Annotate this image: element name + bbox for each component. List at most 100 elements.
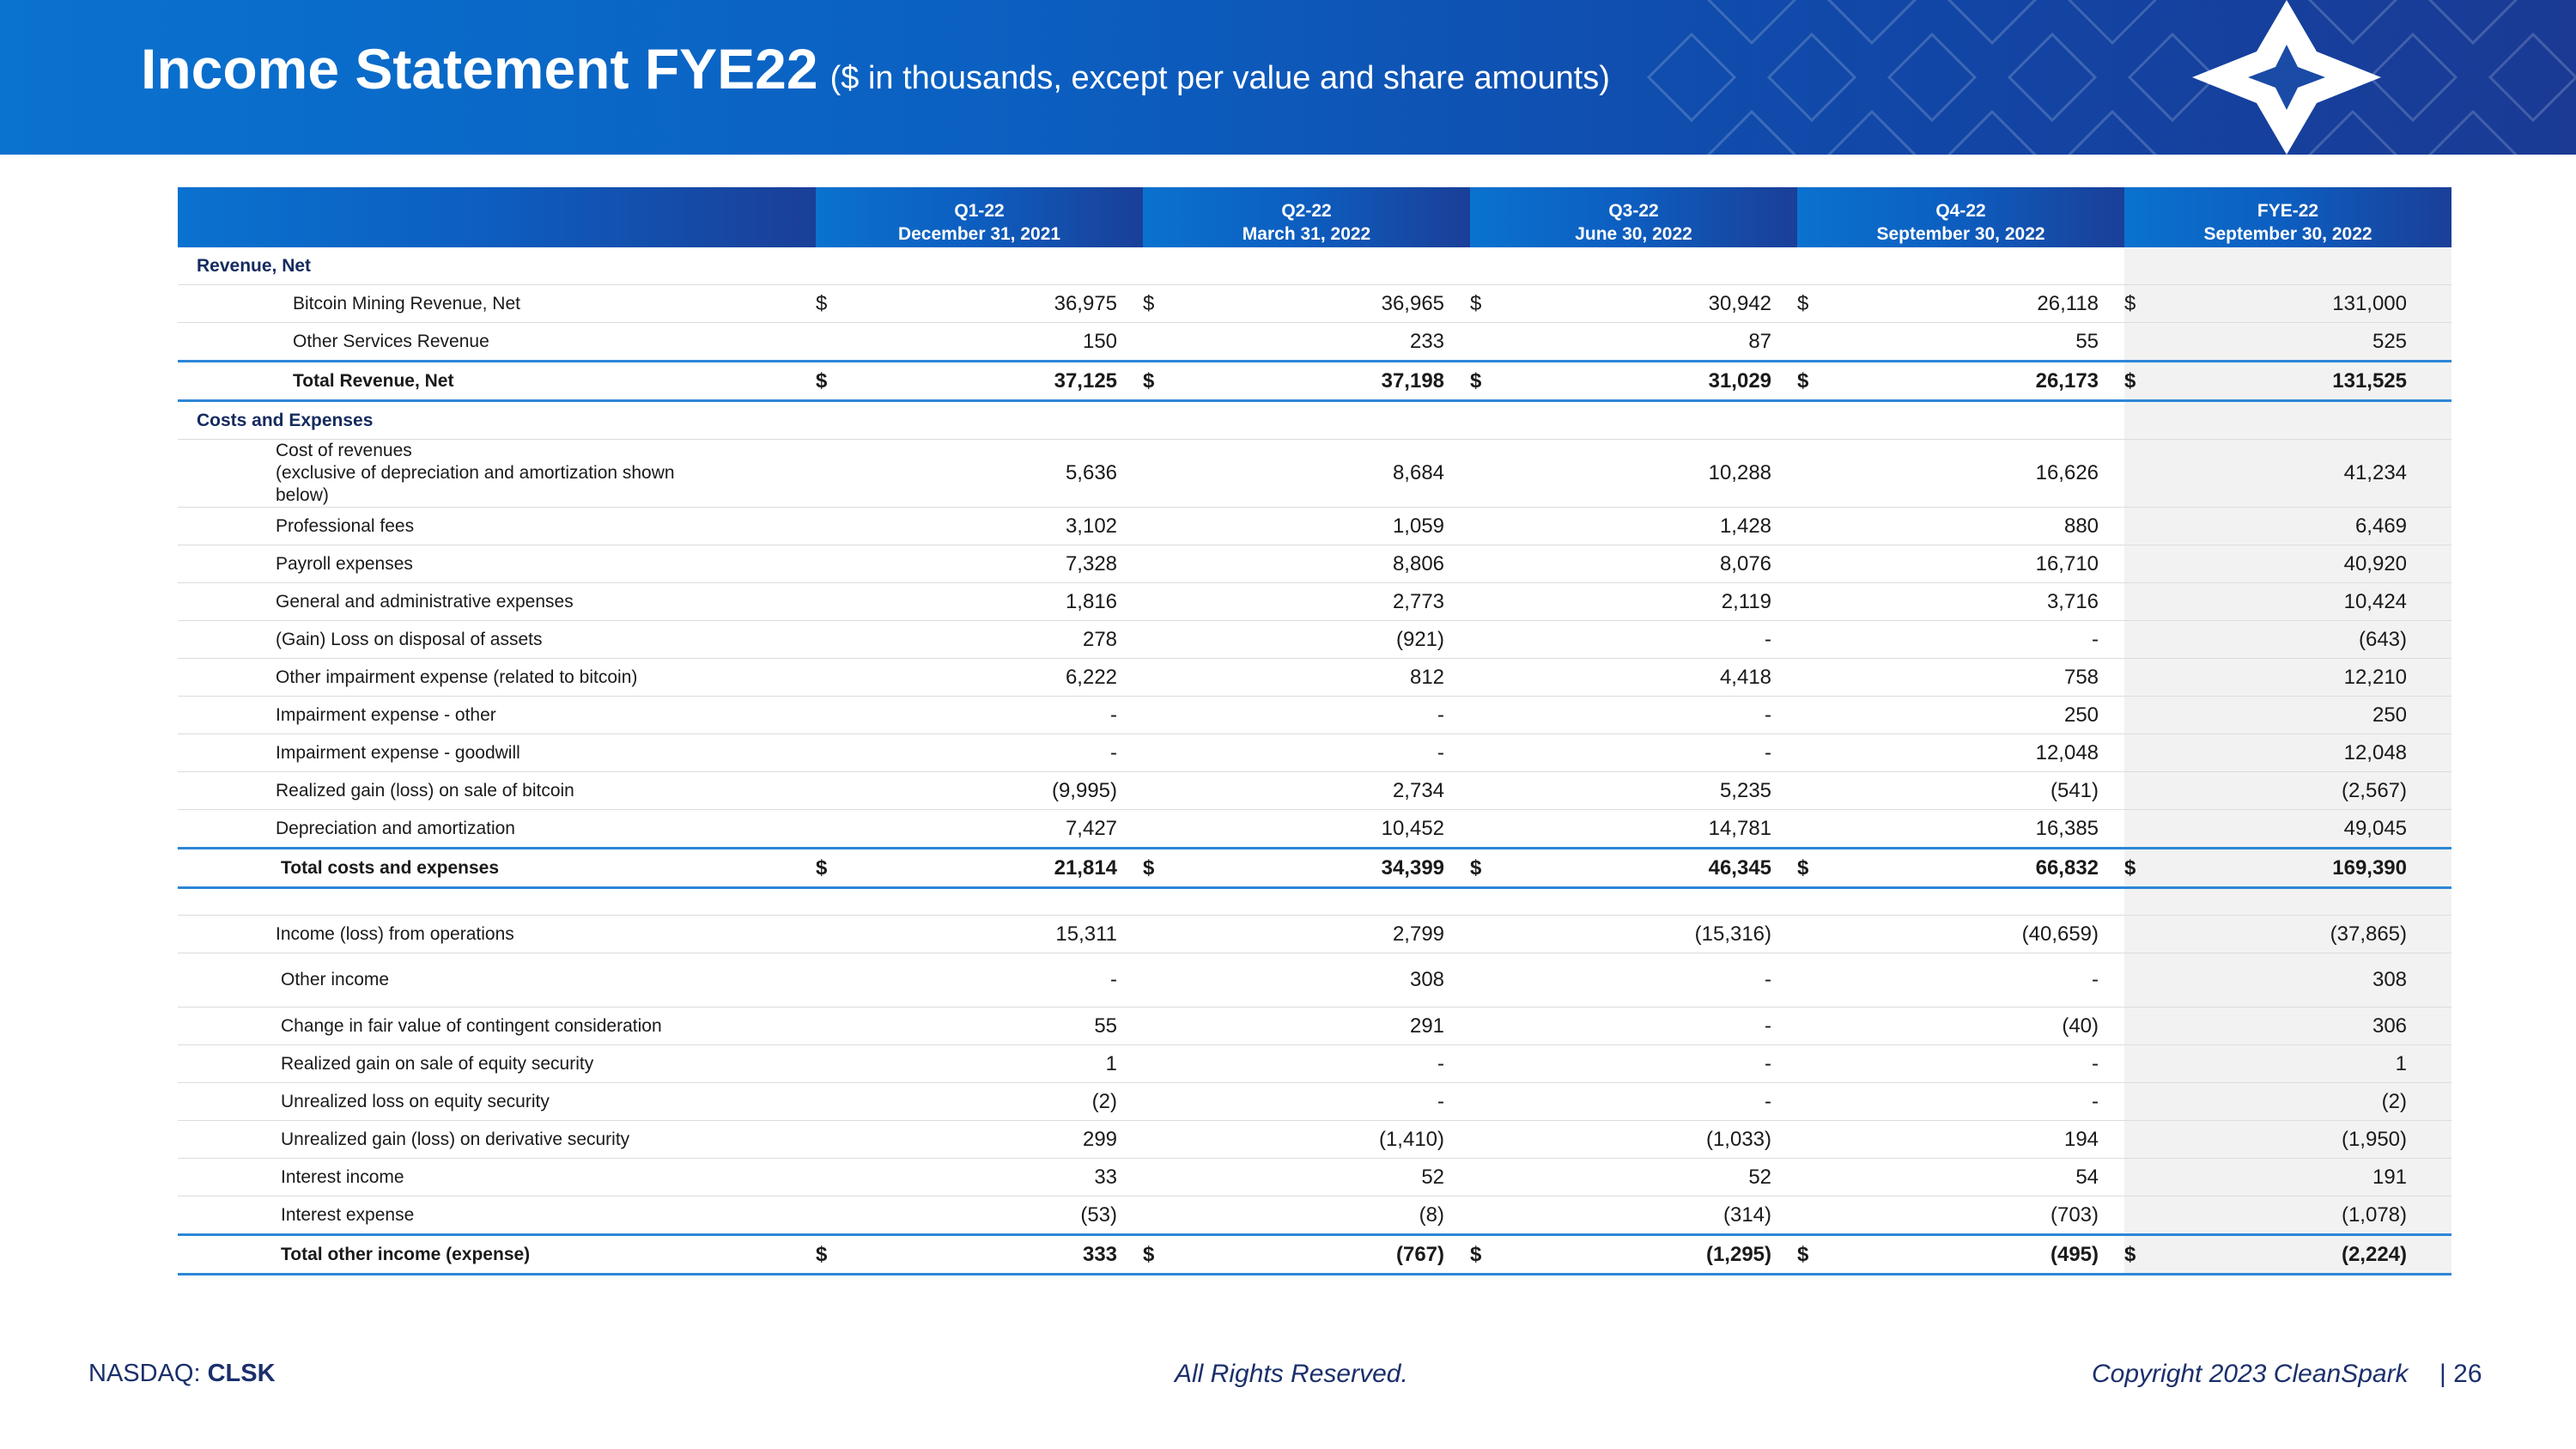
currency-symbol: [2124, 953, 2194, 1008]
currency-symbol: [2124, 1158, 2194, 1196]
value-cell: (1,033): [1539, 1120, 1798, 1159]
row-label: Impairment expense - goodwill: [178, 734, 816, 772]
currency-symbol: [1143, 696, 1212, 734]
column-header-q3: Q3-22 June 30, 2022: [1470, 187, 1798, 247]
currency-symbol: [1143, 1044, 1212, 1083]
currency-symbol: [816, 1007, 884, 1045]
currency-symbol: [1143, 507, 1212, 545]
currency-symbol: [1143, 809, 1212, 849]
value-cell: (2,567): [2193, 771, 2452, 810]
row-label: Unrealized gain (loss) on derivative sec…: [178, 1120, 816, 1159]
currency-symbol: [1470, 545, 1540, 583]
value-cell: 1,816: [884, 582, 1144, 621]
value-cell: 131,525: [2193, 360, 2452, 402]
table-row: Depreciation and amortization 7,427 10,452…: [178, 809, 2452, 849]
currency-symbol: [1143, 439, 1212, 508]
section-row-revenue: Revenue, Net: [178, 247, 2452, 285]
row-label: Income (loss) from operations: [178, 915, 816, 953]
currency-symbol: [1470, 734, 1540, 772]
table-row: Professional fees 3,102 1,059 1,428 880 6,469: [178, 507, 2452, 545]
table-row: General and administrative expenses 1,816…: [178, 582, 2452, 621]
currency-symbol: [1797, 953, 1867, 1008]
value-cell: 1: [884, 1044, 1144, 1083]
currency-symbol: [1143, 322, 1212, 362]
currency-symbol: [1797, 1044, 1867, 1083]
currency-symbol: [1470, 507, 1540, 545]
currency-symbol: $: [1143, 284, 1212, 323]
slide-header: Income Statement FYE22 ($ in thousands, e…: [0, 0, 2576, 155]
value-cell: 6,469: [2193, 507, 2452, 545]
currency-symbol: [1470, 953, 1540, 1008]
currency-symbol: [1797, 322, 1867, 362]
currency-symbol: [816, 1082, 884, 1121]
value-cell: -: [1539, 734, 1798, 772]
value-cell: 5,636: [884, 439, 1144, 508]
value-cell: (15,316): [1539, 915, 1798, 953]
value-cell: -: [1866, 620, 2125, 659]
currency-symbol: $: [2124, 1233, 2194, 1275]
value-cell: (37,865): [2193, 915, 2452, 953]
table-row: Unrealized gain (loss) on derivative sec…: [178, 1120, 2452, 1159]
currency-symbol: [1470, 1120, 1540, 1159]
currency-symbol: $: [1470, 284, 1540, 323]
currency-symbol: [2124, 696, 2194, 734]
header-blank: [178, 187, 816, 247]
table-row: Cost of revenues (exclusive of depreciati…: [178, 439, 2452, 508]
value-cell: 12,048: [2193, 734, 2452, 772]
row-label: (Gain) Loss on disposal of assets: [178, 620, 816, 659]
value-cell: 1,428: [1539, 507, 1798, 545]
value-cell: 52: [1212, 1158, 1471, 1196]
value-cell: -: [1539, 1082, 1798, 1121]
currency-symbol: $: [1797, 847, 1867, 889]
currency-symbol: $: [2124, 360, 2194, 402]
column-header-q2: Q2-22 March 31, 2022: [1143, 187, 1471, 247]
currency-symbol: [816, 771, 884, 810]
currency-symbol: $: [1797, 360, 1867, 402]
value-cell: 4,418: [1539, 658, 1798, 697]
value-cell: 54: [1866, 1158, 2125, 1196]
row-label: Impairment expense - other: [178, 696, 816, 734]
value-cell: 7,328: [884, 545, 1144, 583]
currency-symbol: $: [816, 847, 884, 889]
value-cell: -: [1212, 734, 1471, 772]
currency-symbol: [816, 545, 884, 583]
currency-symbol: [1143, 620, 1212, 659]
value-cell: -: [1212, 1044, 1471, 1083]
title-main: Income Statement FYE22: [141, 37, 818, 100]
value-cell: 12,210: [2193, 658, 2452, 697]
currency-symbol: [2124, 1120, 2194, 1159]
value-cell: 278: [884, 620, 1144, 659]
value-cell: -: [884, 696, 1144, 734]
value-cell: 37,125: [884, 360, 1144, 402]
value-cell: 525: [2193, 322, 2452, 362]
value-cell: 31,029: [1539, 360, 1798, 402]
currency-symbol: [1143, 734, 1212, 772]
value-cell: 8,684: [1212, 439, 1471, 508]
currency-symbol: [1797, 915, 1867, 953]
currency-symbol: [816, 809, 884, 849]
value-cell: 46,345: [1539, 847, 1798, 889]
table-row: (Gain) Loss on disposal of assets 278 (921…: [178, 620, 2452, 659]
value-cell: 12,048: [1866, 734, 2125, 772]
value-cell: (921): [1212, 620, 1471, 659]
value-cell: 2,773: [1212, 582, 1471, 621]
currency-symbol: $: [816, 360, 884, 402]
value-cell: -: [884, 734, 1144, 772]
currency-symbol: [2124, 620, 2194, 659]
section-label: Costs and Expenses: [178, 400, 816, 440]
ticker-symbol: CLSK: [207, 1360, 276, 1387]
value-cell: 36,975: [884, 284, 1144, 323]
currency-symbol: [2124, 439, 2194, 508]
currency-symbol: $: [816, 284, 884, 323]
currency-symbol: [816, 322, 884, 362]
currency-symbol: [1470, 658, 1540, 697]
row-label-line: Cost of revenues: [276, 441, 412, 460]
currency-symbol: [816, 1196, 884, 1235]
currency-symbol: [816, 953, 884, 1008]
value-cell: -: [1866, 1082, 2125, 1121]
currency-symbol: [1797, 809, 1867, 849]
value-cell: -: [1212, 1082, 1471, 1121]
table-row: Other impairment expense (related to bit…: [178, 658, 2452, 697]
currency-symbol: [1797, 507, 1867, 545]
value-cell: 49,045: [2193, 809, 2452, 849]
